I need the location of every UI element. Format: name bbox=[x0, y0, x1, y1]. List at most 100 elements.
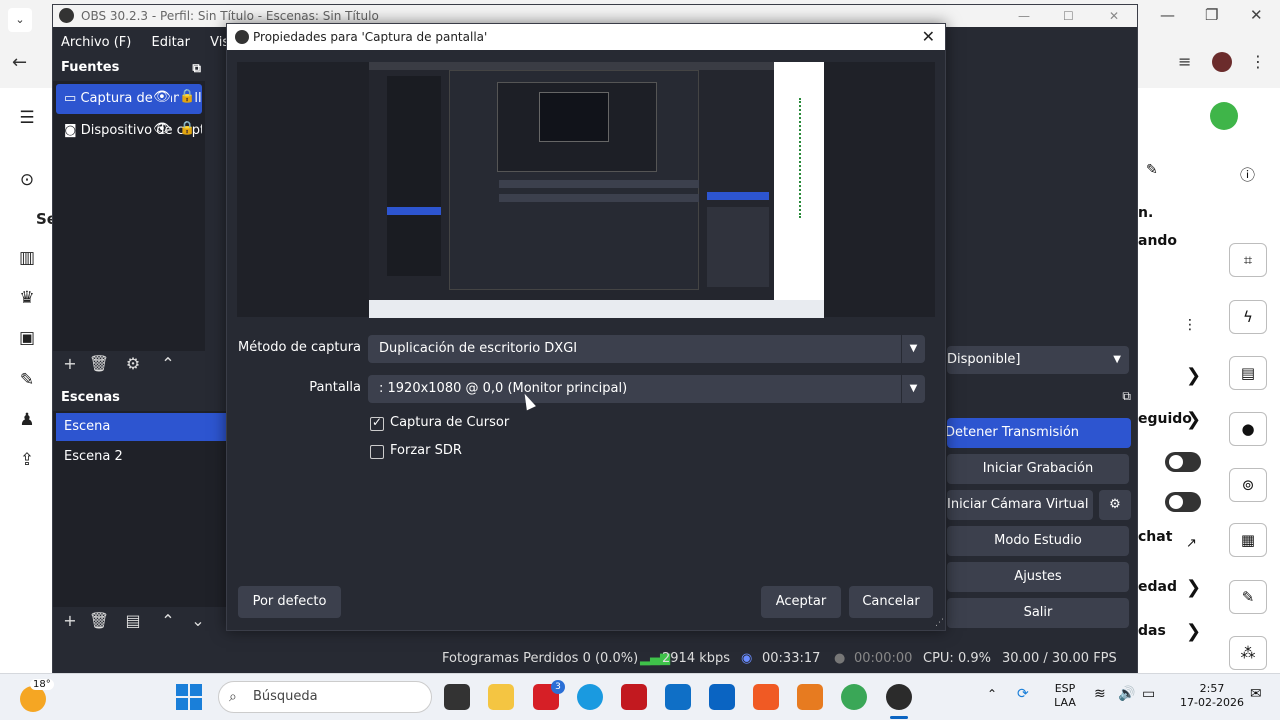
wrench-icon[interactable]: ✎ bbox=[16, 370, 38, 392]
chevron-right-icon[interactable]: ❯ bbox=[1186, 577, 1201, 598]
studio-mode-button[interactable]: Modo Estudio bbox=[947, 526, 1129, 556]
live-icon[interactable]: ⊙ bbox=[16, 170, 38, 192]
channel-avatar[interactable] bbox=[1210, 102, 1238, 130]
restore-icon[interactable]: ❐ bbox=[1205, 6, 1218, 24]
users-icon[interactable]: ♟ bbox=[16, 410, 38, 432]
capture-method-combo[interactable]: Duplicación de escritorio DXGI ▼ bbox=[368, 335, 925, 363]
app-icon-edge[interactable] bbox=[577, 684, 603, 710]
reading-list-icon[interactable]: ≡ bbox=[1178, 52, 1191, 71]
scene-item-escena-2[interactable]: Escena 2 bbox=[56, 443, 228, 471]
app-icon-outlook[interactable] bbox=[709, 684, 735, 710]
gear-icon[interactable]: ⚙ bbox=[121, 352, 145, 376]
ok-button[interactable]: Aceptar bbox=[761, 586, 841, 618]
chevron-right-icon[interactable]: ❯ bbox=[1186, 621, 1201, 642]
move-up-icon[interactable]: ⌃ bbox=[156, 352, 180, 376]
wrench-icon[interactable]: ✎ bbox=[1229, 580, 1267, 614]
more-menu-icon[interactable]: ⋮ bbox=[1250, 52, 1266, 71]
clock-date: 17-02-2026 bbox=[1180, 696, 1244, 709]
external-link-icon[interactable]: ↗ bbox=[1186, 536, 1197, 551]
layout-icon[interactable]: ▦ bbox=[1229, 523, 1267, 557]
undock-icon[interactable]: ⧉ bbox=[192, 55, 201, 81]
move-down-icon[interactable]: ⌄ bbox=[186, 609, 210, 633]
camera-focus-icon[interactable]: ⌗ bbox=[1229, 243, 1267, 277]
delete-source-icon[interactable]: 🗑 bbox=[87, 352, 111, 376]
app-icon-file-explorer[interactable] bbox=[488, 684, 514, 710]
stop-stream-button[interactable]: Detener Transmisión bbox=[947, 418, 1131, 448]
app-icon-fl-studio[interactable] bbox=[797, 684, 823, 710]
broadcast-icon[interactable]: ⊚ bbox=[1229, 468, 1267, 502]
chat-icon[interactable]: ● bbox=[1229, 412, 1267, 446]
toggle-switch[interactable] bbox=[1165, 452, 1201, 472]
close-icon[interactable]: ✕ bbox=[1250, 6, 1263, 24]
add-source-icon[interactable]: + bbox=[58, 352, 82, 376]
filter-icon[interactable]: ▤ bbox=[121, 609, 145, 633]
wifi-icon[interactable]: ≋ bbox=[1094, 686, 1106, 702]
minimize-icon[interactable]: — bbox=[1018, 5, 1030, 27]
resize-grip-icon[interactable]: ⋰ bbox=[935, 618, 944, 628]
delete-scene-icon[interactable]: 🗑 bbox=[87, 609, 111, 633]
volume-icon[interactable]: 🔊 bbox=[1118, 686, 1135, 702]
hamburger-menu-icon[interactable]: ☰ bbox=[16, 108, 38, 130]
notifications-icon[interactable]: ✉ bbox=[1250, 686, 1262, 702]
virtual-cam-button[interactable]: Iniciar Cámara Virtual bbox=[947, 490, 1093, 520]
lock-icon[interactable]: 🔒 bbox=[179, 121, 195, 136]
toggle-switch[interactable] bbox=[1165, 492, 1201, 512]
upload-icon[interactable]: ⇪ bbox=[16, 450, 38, 472]
info-icon[interactable]: ⓘ bbox=[1240, 164, 1255, 185]
obs-logo-icon bbox=[235, 30, 249, 44]
app-icon-store[interactable] bbox=[665, 684, 691, 710]
eye-icon[interactable]: 👁 bbox=[153, 89, 171, 105]
media-icon[interactable]: ▣ bbox=[16, 328, 38, 350]
share-icon[interactable]: ⁂ bbox=[1229, 636, 1267, 670]
windows-start-icon[interactable] bbox=[176, 684, 202, 710]
audio-device-combo[interactable]: Disponible] ▼ bbox=[947, 346, 1129, 374]
pencil-icon[interactable]: ✎ bbox=[1146, 162, 1158, 178]
app-icon-obs[interactable] bbox=[886, 684, 912, 710]
settings-button[interactable]: Ajustes bbox=[947, 562, 1129, 592]
chevron-right-icon[interactable]: ❯ bbox=[1186, 365, 1201, 386]
chevron-right-icon[interactable]: ❯ bbox=[1186, 409, 1201, 430]
tab-list-chevron-icon[interactable]: ⌄ bbox=[8, 8, 32, 32]
close-icon[interactable]: ✕ bbox=[1109, 5, 1119, 27]
chart-icon[interactable]: ▥ bbox=[16, 248, 38, 270]
display-combo[interactable]: : 1920x1080 @ 0,0 (Monitor principal) ▼ bbox=[368, 375, 925, 403]
capture-cursor-checkbox[interactable] bbox=[370, 415, 384, 431]
profile-avatar[interactable] bbox=[1212, 52, 1232, 72]
clock[interactable]: 2:57 17-02-2026 bbox=[1176, 682, 1248, 710]
chevron-up-icon[interactable]: ⌃ bbox=[987, 687, 997, 701]
lock-icon[interactable]: 🔒 bbox=[179, 89, 196, 104]
capture-cursor-label[interactable]: Captura de Cursor bbox=[390, 415, 509, 430]
language-indicator[interactable]: ESP LAA bbox=[1050, 682, 1080, 710]
eye-icon[interactable]: 👁 bbox=[153, 121, 171, 137]
cancel-button[interactable]: Cancelar bbox=[849, 586, 933, 618]
add-scene-icon[interactable]: + bbox=[58, 609, 82, 633]
sync-icon[interactable]: ⟳ bbox=[1017, 686, 1029, 702]
back-arrow-icon[interactable]: ← bbox=[12, 52, 27, 73]
battery-icon[interactable]: ▭ bbox=[1142, 686, 1155, 702]
taskbar-search[interactable]: ⌕ Búsqueda bbox=[218, 681, 432, 713]
note-icon[interactable]: ▤ bbox=[1229, 356, 1267, 390]
bg-right-text-3: eguido bbox=[1138, 411, 1192, 427]
bg-right-text-5: edad bbox=[1138, 579, 1177, 595]
app-icon-terminal[interactable] bbox=[444, 684, 470, 710]
app-icon-mcafee[interactable] bbox=[621, 684, 647, 710]
minimize-icon[interactable]: — bbox=[1160, 6, 1175, 24]
app-icon-chrome[interactable] bbox=[841, 684, 867, 710]
menu-archivo[interactable]: Archivo (F) bbox=[61, 35, 131, 50]
defaults-button[interactable]: Por defecto bbox=[238, 586, 341, 618]
trophy-icon[interactable]: ♛ bbox=[16, 288, 38, 310]
lightning-icon[interactable]: ϟ bbox=[1229, 300, 1267, 334]
start-record-button[interactable]: Iniciar Grabación bbox=[947, 454, 1129, 484]
force-sdr-label[interactable]: Forzar SDR bbox=[390, 443, 462, 458]
more-vertical-icon[interactable]: ⋮ bbox=[1183, 317, 1197, 333]
menu-editar[interactable]: Editar bbox=[152, 35, 191, 50]
scene-item-escena[interactable]: Escena bbox=[56, 413, 228, 441]
maximize-icon[interactable]: ☐ bbox=[1063, 5, 1074, 27]
virtual-cam-settings-gear-icon[interactable]: ⚙ bbox=[1099, 490, 1131, 520]
exit-button[interactable]: Salir bbox=[947, 598, 1129, 628]
move-up-icon[interactable]: ⌃ bbox=[156, 609, 180, 633]
force-sdr-checkbox[interactable] bbox=[370, 445, 384, 459]
undock-icon[interactable]: ⧉ bbox=[1122, 389, 1131, 404]
close-icon[interactable]: ✕ bbox=[922, 24, 935, 50]
app-icon-brave[interactable] bbox=[753, 684, 779, 710]
